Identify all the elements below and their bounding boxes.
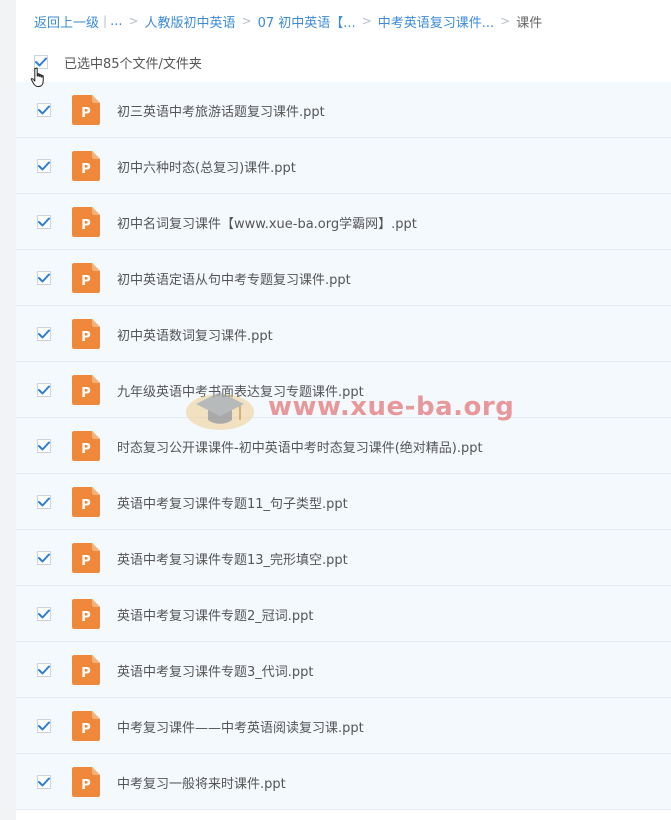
svg-text:P: P [81,330,91,345]
file-name[interactable]: 初中六种时态(总复习)课件.ppt [117,157,296,176]
svg-text:P: P [81,498,91,513]
file-checkbox[interactable] [37,663,51,677]
ppt-file-icon: P [72,431,100,461]
ppt-file-icon: P [72,95,100,125]
file-checkbox[interactable] [37,439,51,453]
ppt-file-icon: P [72,711,100,741]
checkmark-icon [38,385,50,395]
svg-text:P: P [81,386,91,401]
file-name[interactable]: 初中英语定语从句中考专题复习课件.ppt [117,269,351,288]
breadcrumb-item-3[interactable]: 中考英语复习课件... [378,12,494,31]
file-row[interactable]: P 英语中考复习课件专题11_句子类型.ppt [16,474,671,530]
checkmark-icon [38,217,50,227]
file-row[interactable]: P 初三英语中考旅游话题复习课件.ppt [16,82,671,138]
ppt-file-icon: P [72,207,100,237]
ppt-file-icon: P [72,151,100,181]
breadcrumb-item-1[interactable]: 人教版初中英语 [145,12,236,31]
file-row[interactable]: P 英语中考复习课件专题3_代词.ppt [16,642,671,698]
svg-text:P: P [81,610,91,625]
file-checkbox[interactable] [37,159,51,173]
left-gutter [0,0,16,820]
file-row[interactable]: P 中考复习课件——中考英语阅读复习课.ppt [16,698,671,754]
breadcrumb-separator: > [241,14,252,28]
file-checkbox[interactable] [37,495,51,509]
file-name[interactable]: 英语中考复习课件专题11_句子类型.ppt [117,493,348,512]
svg-text:P: P [81,722,91,737]
checkmark-icon [38,329,50,339]
svg-text:P: P [81,554,91,569]
file-row[interactable]: P 英语中考复习课件专题13_完形填空.ppt [16,530,671,586]
file-name[interactable]: 初中名词复习课件【www.xue-ba.org学霸网】.ppt [117,213,417,232]
checkmark-icon [38,105,50,115]
file-name[interactable]: 初中英语数词复习课件.ppt [117,325,273,344]
file-checkbox[interactable] [37,383,51,397]
checkmark-icon [38,273,50,283]
file-name[interactable]: 中考复习课件——中考英语阅读复习课.ppt [117,717,364,736]
ppt-file-icon: P [72,319,100,349]
file-name[interactable]: 初三英语中考旅游话题复习课件.ppt [117,101,325,120]
ppt-file-icon: P [72,767,100,797]
file-checkbox[interactable] [37,607,51,621]
checkmark-icon [38,665,50,675]
ppt-file-icon: P [72,599,100,629]
file-row[interactable]: P 九年级英语中考书面表达复习专题课件.ppt [16,362,671,418]
breadcrumb: 返回上一级 | ... > 人教版初中英语 > 07 初中英语【... > 中考… [34,11,542,31]
file-browser: 返回上一级 | ... > 人教版初中英语 > 07 初中英语【... > 中考… [0,0,671,820]
file-checkbox[interactable] [37,327,51,341]
checkmark-icon [38,497,50,507]
svg-text:P: P [81,666,91,681]
ppt-file-icon: P [72,487,100,517]
svg-text:P: P [81,106,91,121]
checkmark-icon [38,721,50,731]
file-name[interactable]: 英语中考复习课件专题3_代词.ppt [117,661,314,680]
back-link[interactable]: 返回上一级 [34,12,99,31]
file-name[interactable]: 中考复习一般将来时课件.ppt [117,773,286,792]
checkmark-icon [38,161,50,171]
breadcrumb-item-2[interactable]: 07 初中英语【... [258,12,356,31]
file-name[interactable]: 英语中考复习课件专题2_冠词.ppt [117,605,314,624]
checkmark-icon [38,609,50,619]
svg-text:P: P [81,778,91,793]
checkmark-icon [38,441,50,451]
breadcrumb-current: 课件 [516,15,543,31]
breadcrumb-pipe: | [103,14,108,28]
ppt-file-icon: P [72,543,100,573]
file-row[interactable]: P 初中英语数词复习课件.ppt [16,306,671,362]
file-row[interactable]: P 初中名词复习课件【www.xue-ba.org学霸网】.ppt [16,194,671,250]
checkmark-icon [35,57,47,67]
ppt-file-icon: P [72,375,100,405]
file-checkbox[interactable] [37,215,51,229]
breadcrumb-separator: > [361,14,372,28]
file-checkbox[interactable] [37,551,51,565]
select-all-checkbox[interactable] [34,55,48,69]
file-row[interactable]: P 时态复习公开课课件-初中英语中考时态复习课件(绝对精品).ppt [16,418,671,474]
breadcrumb-separator: > [500,14,511,28]
checkmark-icon [38,553,50,563]
file-checkbox[interactable] [37,271,51,285]
selection-count: 已选中85个文件/文件夹 [64,56,202,72]
file-list: P 初三英语中考旅游话题复习课件.ppt P 初中六种时态(总复习)课件.ppt P 初中… [16,82,671,810]
file-name[interactable]: 时态复习公开课课件-初中英语中考时态复习课件(绝对精品).ppt [117,437,483,456]
breadcrumb-separator: > [128,14,139,28]
file-row[interactable]: P 初中英语定语从句中考专题复习课件.ppt [16,250,671,306]
selection-bar: 已选中85个文件/文件夹 [34,49,202,75]
file-row[interactable]: P 初中六种时态(总复习)课件.ppt [16,138,671,194]
svg-text:P: P [81,274,91,289]
checkmark-icon [38,777,50,787]
file-name[interactable]: 英语中考复习课件专题13_完形填空.ppt [117,549,348,568]
file-row[interactable]: P 英语中考复习课件专题2_冠词.ppt [16,586,671,642]
file-checkbox[interactable] [37,103,51,117]
file-checkbox[interactable] [37,775,51,789]
svg-text:P: P [81,442,91,457]
ppt-file-icon: P [72,655,100,685]
svg-text:P: P [81,218,91,233]
file-name[interactable]: 九年级英语中考书面表达复习专题课件.ppt [117,381,364,400]
file-row[interactable]: P 中考复习一般将来时课件.ppt [16,754,671,810]
svg-text:P: P [81,162,91,177]
ppt-file-icon: P [72,263,100,293]
file-checkbox[interactable] [37,719,51,733]
breadcrumb-ellipsis[interactable]: ... [110,14,122,29]
